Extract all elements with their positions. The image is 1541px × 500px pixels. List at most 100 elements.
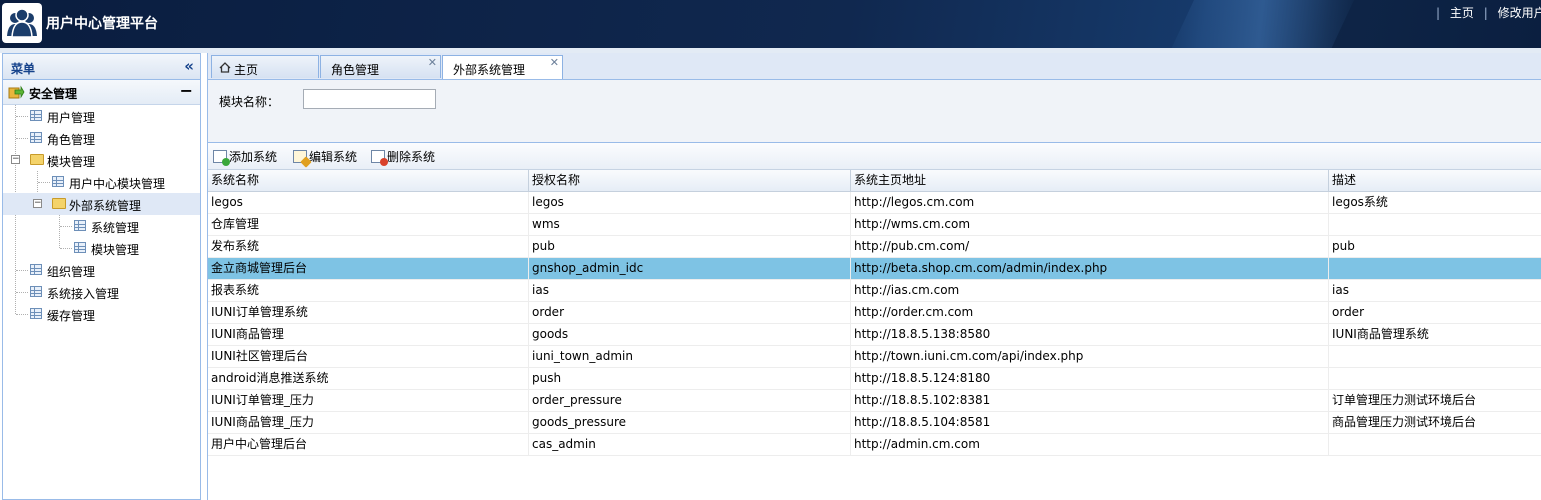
cell-description: 订单管理压力测试环境后台 [1332, 393, 1477, 407]
edit-system-button[interactable]: 编辑系统 [293, 148, 357, 168]
sidebar-item-user-management[interactable]: 用户管理 [3, 105, 200, 127]
tree-line [16, 138, 28, 139]
tab-label: 主页 [234, 63, 259, 77]
section-label: 安全管理 [29, 87, 78, 101]
sidebar-item-external-system-management[interactable]: − 外部系统管理 [3, 193, 200, 215]
tab-label: 角色管理 [331, 63, 380, 77]
sidebar-header: 菜单 « [3, 54, 200, 80]
module-name-label: 模块名称： [219, 95, 280, 109]
tab-home[interactable]: 主页 [211, 55, 319, 78]
cell-description [1329, 258, 1541, 279]
cell-homepage-url: http://18.8.5.124:8180 [851, 368, 1329, 389]
cell-description: 商品管理压力测试环境后台 [1332, 415, 1477, 429]
cell-homepage-url: http://order.cm.com [851, 302, 1329, 323]
cell-system-name: IUNI订单管理系统 [208, 302, 529, 323]
sidebar-item-label: 缓存管理 [47, 309, 96, 323]
table-row[interactable]: IUNI订单管理_压力 order_pressure http://18.8.5.1… [208, 390, 1541, 412]
tab-strip: 主页 角色管理 ✕ 外部系统管理 ✕ [208, 53, 1541, 80]
cell-auth-name: legos [529, 192, 851, 213]
cell-auth-name: iuni_town_admin [529, 346, 851, 367]
tree-line [16, 270, 28, 271]
header-decoration [1156, 0, 1364, 48]
cell-homepage-url: http://wms.cm.com [851, 214, 1329, 235]
table-row[interactable]: legos legos http://legos.cm.com legos系统 [208, 192, 1541, 214]
cell-system-name: 发布系统 [208, 236, 529, 257]
cell-system-name: 仓库管理 [208, 214, 529, 235]
section-security[interactable]: 安全管理 − [3, 80, 200, 105]
edit-user-info-link[interactable]: 修改用户信 [1498, 6, 1541, 20]
column-header-homepage-url[interactable]: 系统主页地址 [851, 170, 1329, 191]
sidebar-title: 菜单 [11, 62, 36, 76]
delete-system-button[interactable]: 删除系统 [371, 148, 435, 166]
column-header-auth-name[interactable]: 授权名称 [529, 170, 851, 191]
add-system-button[interactable]: 添加系统 [213, 148, 277, 166]
collapse-node-icon[interactable]: − [11, 155, 20, 164]
cell-description: legos系统 [1332, 195, 1388, 209]
sidebar-item-system-management[interactable]: 系统管理 [3, 215, 200, 237]
cell-description: pub [1332, 239, 1355, 253]
table-row[interactable]: IUNI订单管理系统 order http://order.cm.com order [208, 302, 1541, 324]
column-header-description[interactable]: 描述 [1329, 170, 1541, 191]
table-row[interactable]: android消息推送系统 push http://18.8.5.124:8180 [208, 368, 1541, 390]
collapse-sidebar-icon[interactable]: « [184, 57, 194, 75]
cell-auth-name: pub [529, 236, 851, 257]
sidebar-item-label: 系统接入管理 [47, 287, 120, 301]
table-row[interactable]: 发布系统 pub http://pub.cm.com/pub [208, 236, 1541, 258]
close-tab-icon[interactable]: ✕ [550, 56, 559, 69]
collapse-node-icon[interactable]: − [33, 199, 42, 208]
search-panel: 模块名称： [208, 80, 1541, 143]
users-icon [7, 8, 37, 38]
sidebar-item-label: 系统管理 [91, 221, 140, 235]
tree-line [16, 314, 28, 315]
sidebar-item-system-access-management[interactable]: 系统接入管理 [3, 281, 200, 303]
link-separator: | [1483, 6, 1488, 20]
home-link[interactable]: 主页 [1450, 6, 1474, 20]
collapse-section-icon[interactable]: − [180, 81, 193, 100]
table-row[interactable]: 用户中心管理后台 cas_admin http://admin.cm.com [208, 434, 1541, 456]
table-row[interactable]: 金立商城管理后台 gnshop_admin_idc http://beta.shop… [208, 258, 1541, 280]
table-body: legos legos http://legos.cm.com legos系统 仓库管理… [208, 192, 1541, 456]
tab-role-management[interactable]: 角色管理 ✕ [320, 55, 441, 78]
cell-homepage-url: http://18.8.5.102:8381 [851, 390, 1329, 411]
link-separator: | [1436, 6, 1441, 20]
column-header-system-name[interactable]: 系统名称 [208, 170, 529, 191]
tree-line [60, 226, 72, 227]
sidebar-item-usercenter-module-management[interactable]: 用户中心模块管理 [3, 171, 200, 193]
cell-homepage-url: http://ias.cm.com [851, 280, 1329, 301]
tab-external-system-management[interactable]: 外部系统管理 ✕ [442, 55, 563, 79]
module-name-input[interactable] [303, 89, 436, 109]
table-row[interactable]: 仓库管理 wms http://wms.cm.com [208, 214, 1541, 236]
sidebar-menu: 菜单 « 安全管理 − 用户管理 角色管理 − 模块管理 用户中心模块管理 − … [2, 53, 201, 500]
sidebar-item-module-management[interactable]: − 模块管理 [3, 149, 200, 171]
tree-line [16, 292, 28, 293]
table-row[interactable]: IUNI商品管理_压力 goods_pressure http://18.8.5.1… [208, 412, 1541, 434]
table-row[interactable]: 报表系统 ias http://ias.cm.com ias [208, 280, 1541, 302]
grid-icon [30, 132, 42, 143]
grid-icon [30, 308, 42, 319]
cell-auth-name: order [529, 302, 851, 323]
table-row[interactable]: IUNI社区管理后台 iuni_town_admin http://town.iun… [208, 346, 1541, 368]
sidebar-item-cache-management[interactable]: 缓存管理 [3, 303, 200, 325]
cell-auth-name: gnshop_admin_idc [529, 258, 851, 279]
cell-system-name: IUNI商品管理_压力 [208, 412, 529, 433]
cell-homepage-url: http://beta.shop.cm.com/admin/index.php [851, 258, 1329, 279]
sidebar-item-org-management[interactable]: 组织管理 [3, 259, 200, 281]
cell-system-name: 金立商城管理后台 [208, 258, 529, 279]
sidebar-item-sub-module-management[interactable]: 模块管理 [3, 237, 200, 259]
header-links: | 主页 | 修改用户信 [1430, 4, 1541, 21]
sidebar-item-label: 模块管理 [91, 243, 140, 257]
table-row[interactable]: IUNI商品管理 goods http://18.8.5.138:8580 IUNI商… [208, 324, 1541, 346]
sidebar-item-role-management[interactable]: 角色管理 [3, 127, 200, 149]
sidebar-item-label: 外部系统管理 [69, 199, 142, 213]
cell-system-name: 报表系统 [208, 280, 529, 301]
sidebar-item-label: 组织管理 [47, 265, 96, 279]
sidebar-item-label: 用户中心模块管理 [69, 177, 166, 191]
cell-system-name: IUNI社区管理后台 [208, 346, 529, 367]
close-tab-icon[interactable]: ✕ [428, 56, 437, 69]
cell-auth-name: push [529, 368, 851, 389]
app-logo [2, 3, 42, 43]
cell-auth-name: wms [529, 214, 851, 235]
add-icon [213, 150, 230, 166]
cell-description: order [1332, 305, 1364, 319]
grid-icon [30, 264, 42, 275]
